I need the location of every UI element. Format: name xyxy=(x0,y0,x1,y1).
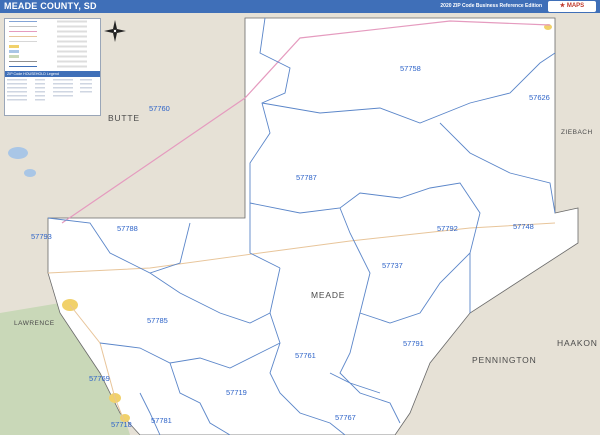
county-label-meade: MEADE xyxy=(311,290,345,300)
edition-label: 2020 ZIP Code Business Reference Edition xyxy=(440,3,542,9)
legend-row xyxy=(5,64,100,69)
map-title: MEADE COUNTY, SD xyxy=(4,1,97,11)
zip-label: 57626 xyxy=(529,93,550,102)
county-label-ziebach: ZIEBACH xyxy=(561,129,593,136)
zip-label: 57793 xyxy=(31,232,52,241)
zip-label: 57787 xyxy=(296,173,317,182)
county-label-pennington: PENNINGTON xyxy=(472,355,537,365)
lake xyxy=(8,147,28,159)
zip-label: 57748 xyxy=(513,222,534,231)
zip-label: 57758 xyxy=(400,64,421,73)
county-label-butte: BUTTE xyxy=(108,113,140,123)
zip-label: 57760 xyxy=(149,104,170,113)
county-label-lawrence: LAWRENCE xyxy=(14,320,55,327)
map-legend: ZIP Code HOUSEHOLD Legend xyxy=(4,18,101,116)
title-bar: MEADE COUNTY, SD 2020 ZIP Code Business … xyxy=(0,0,600,13)
zip-label: 57769 xyxy=(89,374,110,383)
zip-label: 57791 xyxy=(403,339,424,348)
county-label-haakon: HAAKON xyxy=(557,338,598,348)
market-maps-logo: ★ MAPS xyxy=(548,1,596,12)
zip-label: 57718 xyxy=(111,420,132,429)
zip-label: 57737 xyxy=(382,261,403,270)
zip-label: 57785 xyxy=(147,316,168,325)
map-page: MEADE COUNTY, SD 2020 ZIP Code Business … xyxy=(0,0,600,435)
lake xyxy=(24,169,36,177)
zip-label: 57761 xyxy=(295,351,316,360)
zip-label: 57792 xyxy=(437,224,458,233)
zip-label: 57781 xyxy=(151,416,172,425)
legend-table xyxy=(7,79,92,101)
zip-label: 57719 xyxy=(226,388,247,397)
north-arrow-icon xyxy=(104,20,126,42)
zip-label: 57767 xyxy=(335,413,356,422)
zip-label: 57788 xyxy=(117,224,138,233)
